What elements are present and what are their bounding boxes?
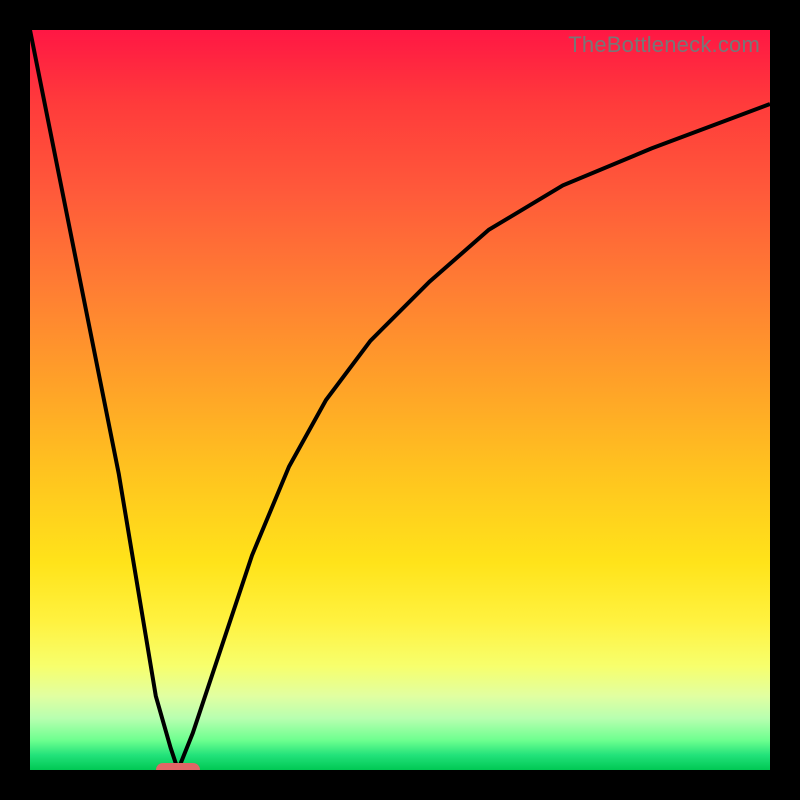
curve-layer: [30, 30, 770, 770]
curve-left: [30, 30, 178, 770]
curve-right: [178, 104, 770, 770]
attribution-watermark: TheBottleneck.com: [568, 32, 760, 58]
chart-frame: TheBottleneck.com: [0, 0, 800, 800]
min-marker: [156, 763, 200, 770]
plot-area: TheBottleneck.com: [30, 30, 770, 770]
